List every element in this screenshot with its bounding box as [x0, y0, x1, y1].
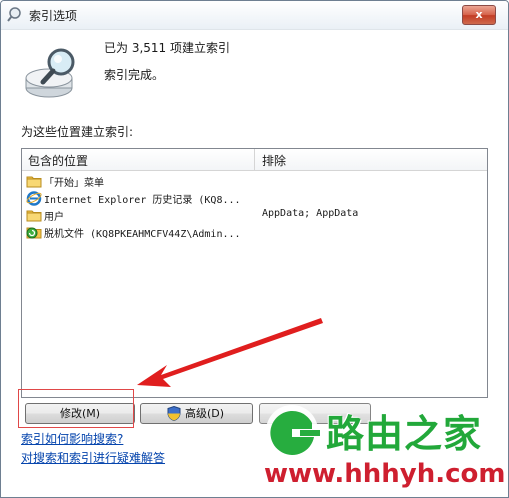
router-home-logo-icon — [266, 405, 320, 457]
location-name: 「开始」菜单 — [44, 178, 104, 189]
indexed-drive-icon — [25, 48, 75, 98]
location-name: Internet Explorer 历史记录 (KQ8... — [44, 195, 241, 206]
watermark-url: www.hhhyh.com — [264, 459, 506, 489]
indexing-options-window: 索引选项 x 已为 3,511 项建立索引 索引完成。 为这些位置建立索引: 包… — [0, 0, 509, 498]
location-name: 用户 — [44, 212, 64, 223]
close-button[interactable]: x — [462, 5, 496, 25]
annotation-arrow-icon — [137, 318, 323, 387]
list-item[interactable]: 用户 AppData; AppData — [26, 207, 481, 224]
advanced-button-label: 高级(D) — [185, 407, 225, 420]
locations-label: 为这些位置建立索引: — [21, 125, 134, 139]
offline-files-icon — [26, 227, 42, 239]
annotation-highlight-box — [18, 389, 134, 428]
list-header: 包含的位置 排除 — [22, 149, 487, 171]
how-index-affects-search-link[interactable]: 索引如何影响搜索? — [21, 430, 123, 447]
window-title: 索引选项 — [29, 9, 78, 23]
list-item[interactable]: Internet Explorer 历史记录 (KQ8... — [26, 190, 481, 207]
site-watermark: 路由之家 www.hhhyh.com — [256, 399, 508, 497]
internet-explorer-icon — [26, 191, 42, 206]
location-exclusions: AppData; AppData — [262, 208, 359, 219]
title-bar[interactable]: 索引选项 x — [1, 1, 508, 30]
advanced-button[interactable]: 高级(D) — [140, 403, 253, 424]
folder-icon — [26, 210, 42, 222]
indexing-status-text: 索引完成。 — [104, 68, 165, 82]
uac-shield-icon — [167, 406, 181, 421]
column-header-exclude[interactable]: 排除 — [262, 152, 286, 169]
column-divider[interactable] — [254, 149, 255, 170]
search-magnifier-icon — [7, 7, 21, 22]
list-item[interactable]: 「开始」菜单 — [26, 173, 481, 190]
location-name: 脱机文件 (KQ8PKEAHMCFV44Z\Admin... — [44, 229, 241, 240]
column-header-included[interactable]: 包含的位置 — [28, 152, 88, 169]
watermark-title: 路由之家 — [326, 412, 483, 456]
troubleshoot-link[interactable]: 对搜索和索引进行疑难解答 — [21, 449, 165, 466]
indexed-count-text: 已为 3,511 项建立索引 — [104, 41, 230, 55]
folder-icon — [26, 176, 42, 188]
list-item[interactable]: 脱机文件 (KQ8PKEAHMCFV44Z\Admin... — [26, 224, 481, 241]
